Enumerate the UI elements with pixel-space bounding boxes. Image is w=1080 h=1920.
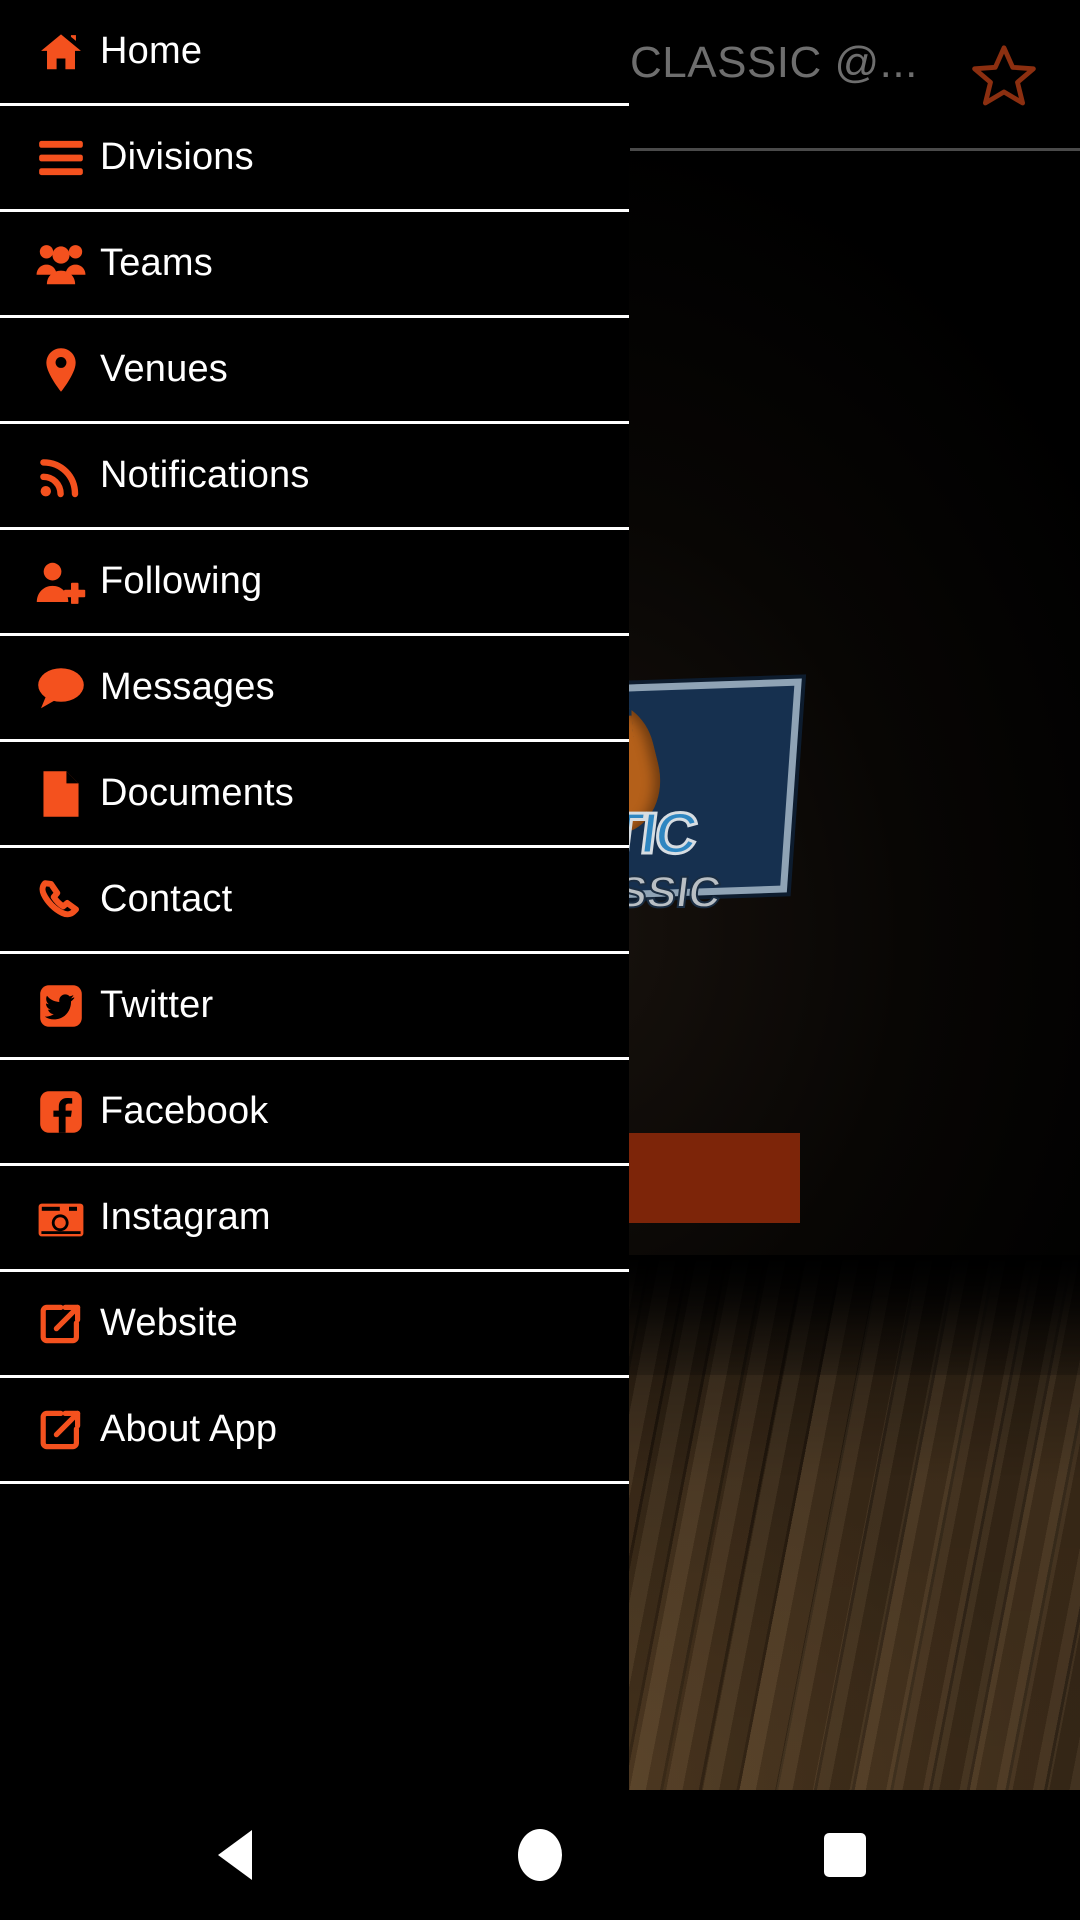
home-icon — [22, 0, 100, 105]
sidebar-item-label: Notifications — [100, 454, 310, 496]
sidebar-item-facebook[interactable]: Facebook — [0, 1060, 629, 1166]
home-circle-icon — [518, 1829, 562, 1881]
document-icon — [22, 741, 100, 847]
app-window: NTIC ASSIC CLASSIC @... Home Divisions T… — [0, 0, 1080, 1790]
sidebar-item-label: Website — [100, 1302, 238, 1344]
rss-feed-icon — [22, 423, 100, 529]
external-link-icon — [22, 1271, 100, 1377]
map-pin-icon — [22, 317, 100, 423]
instagram-camera-icon — [22, 1165, 100, 1271]
sidebar-item-label: Home — [100, 30, 203, 72]
sidebar-item-label: Instagram — [100, 1196, 271, 1238]
sidebar-item-website[interactable]: Website — [0, 1272, 629, 1378]
sidebar-item-label: Facebook — [100, 1090, 269, 1132]
back-button[interactable] — [160, 1790, 310, 1920]
action-bar-divider — [630, 148, 1080, 151]
sidebar-item-label: Twitter — [100, 984, 214, 1026]
twitter-icon — [22, 953, 100, 1059]
chat-bubble-icon — [22, 635, 100, 741]
sidebar-item-divisions[interactable]: Divisions — [0, 106, 629, 212]
drawer-item-list: Home Divisions Teams Venues Notification… — [0, 0, 629, 1484]
sidebar-item-documents[interactable]: Documents — [0, 742, 629, 848]
sidebar-item-instagram[interactable]: Instagram — [0, 1166, 629, 1272]
sidebar-item-label: Documents — [100, 772, 294, 814]
home-button[interactable] — [465, 1790, 615, 1920]
sidebar-item-label: Divisions — [100, 136, 254, 178]
recent-apps-button[interactable] — [770, 1790, 920, 1920]
android-navigation-bar — [0, 1790, 1080, 1920]
people-group-icon — [22, 211, 100, 317]
phone-icon — [22, 847, 100, 953]
hamburger-lines-icon — [22, 105, 100, 211]
orange-banner-panel — [628, 1133, 800, 1223]
recent-square-icon — [824, 1833, 866, 1877]
back-triangle-icon — [218, 1830, 252, 1880]
favorite-star-icon[interactable] — [968, 40, 1040, 112]
sidebar-item-label: Teams — [100, 242, 213, 284]
facebook-icon — [22, 1059, 100, 1165]
sidebar-item-label: Messages — [100, 666, 275, 708]
external-link-icon — [22, 1377, 100, 1483]
sidebar-item-label: Venues — [100, 348, 228, 390]
page-title: CLASSIC @... — [630, 38, 918, 87]
sidebar-item-following[interactable]: Following — [0, 530, 629, 636]
navigation-drawer: Home Divisions Teams Venues Notification… — [0, 0, 629, 1790]
sidebar-item-label: Following — [100, 560, 263, 602]
sidebar-item-teams[interactable]: Teams — [0, 212, 629, 318]
sidebar-item-twitter[interactable]: Twitter — [0, 954, 629, 1060]
sidebar-item-about-app[interactable]: About App — [0, 1378, 629, 1484]
sidebar-item-home[interactable]: Home — [0, 0, 629, 106]
sidebar-item-venues[interactable]: Venues — [0, 318, 629, 424]
user-plus-icon — [22, 529, 100, 635]
sidebar-item-label: Contact — [100, 878, 233, 920]
sidebar-item-notifications[interactable]: Notifications — [0, 424, 629, 530]
sidebar-item-label: About App — [100, 1408, 278, 1450]
sidebar-item-contact[interactable]: Contact — [0, 848, 629, 954]
sidebar-item-messages[interactable]: Messages — [0, 636, 629, 742]
